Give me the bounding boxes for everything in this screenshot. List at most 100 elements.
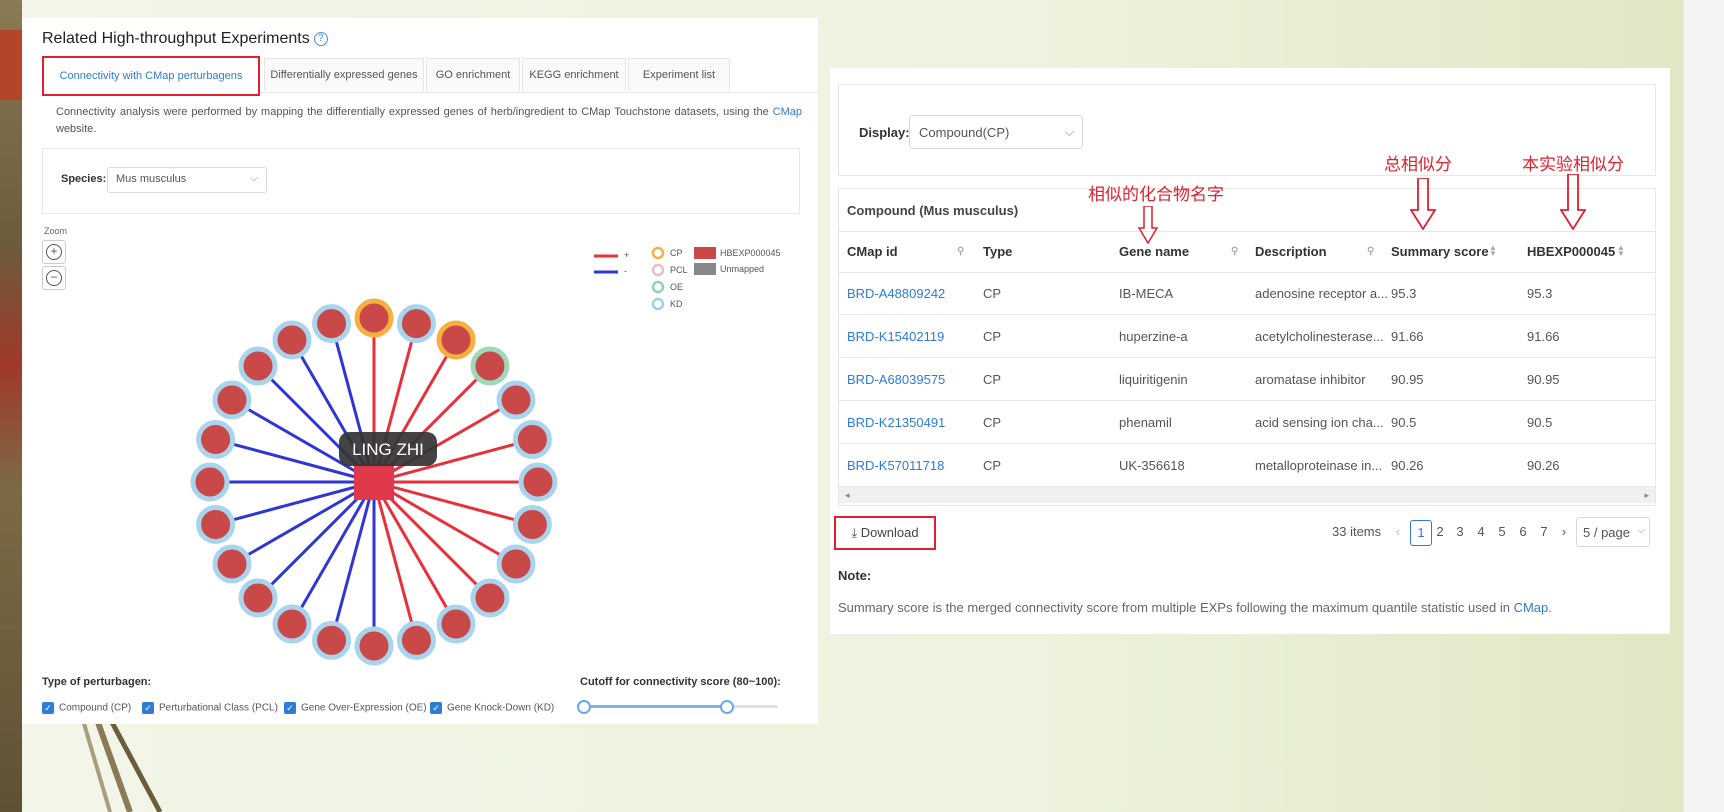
page-4[interactable]: 4: [1471, 520, 1491, 544]
table-row: BRD-K15402119 CP huperzine-a acetylcholi…: [839, 315, 1655, 358]
network-node[interactable]: [512, 504, 552, 544]
page-1[interactable]: 1: [1410, 520, 1432, 546]
species-select[interactable]: Mus musculus ⌵: [107, 167, 267, 193]
horizontal-scrollbar[interactable]: ◂ ▸: [839, 487, 1655, 503]
network-node[interactable]: [396, 620, 436, 660]
sort-icon[interactable]: ▲ ▼: [1617, 244, 1625, 258]
network-node[interactable]: [190, 462, 230, 502]
scroll-left-icon[interactable]: ◂: [845, 490, 850, 501]
table-row: BRD-A68039575 CP liquiritigenin aromatas…: [839, 358, 1655, 401]
download-button[interactable]: ⤓ Download: [834, 516, 936, 550]
table-caption: Compound (Mus musculus): [847, 203, 1019, 218]
column-cmap-id[interactable]: CMap id ⚲: [847, 244, 964, 259]
page-3[interactable]: 3: [1450, 520, 1470, 544]
page-7[interactable]: 7: [1534, 520, 1554, 544]
network-node[interactable]: [238, 578, 278, 618]
page-2[interactable]: 2: [1430, 520, 1450, 544]
cell-summary-score: 95.3: [1391, 286, 1417, 301]
cell-gene-name: huperzine-a: [1119, 329, 1188, 344]
network-node[interactable]: [212, 544, 252, 584]
check-icon: ✓: [142, 702, 154, 714]
network-node[interactable]: [196, 504, 236, 544]
prev-page-icon[interactable]: ‹: [1388, 520, 1408, 544]
cell-experiment-score: 95.3: [1527, 286, 1553, 301]
tab-connectivity[interactable]: Connectivity with CMap perturbagens: [42, 56, 260, 96]
cmap-id-link[interactable]: BRD-K15402119: [847, 329, 944, 344]
checkbox-compound[interactable]: ✓ Compound (CP): [42, 702, 131, 714]
column-description[interactable]: Description ⚲: [1255, 244, 1374, 259]
tab-experiment-list[interactable]: Experiment list: [628, 58, 730, 91]
network-node[interactable]: [496, 380, 536, 420]
cutoff-slider[interactable]: [582, 705, 778, 708]
network-node[interactable]: [272, 604, 312, 644]
node-type-legend: [651, 246, 665, 311]
check-icon: ✓: [284, 702, 296, 714]
cell-gene-name: liquiritigenin: [1119, 372, 1188, 387]
cmap-id-link[interactable]: BRD-K21350491: [847, 415, 945, 430]
zoom-in-icon: +: [46, 244, 62, 260]
connectivity-description: Connectivity analysis were performed by …: [56, 104, 802, 138]
checkbox-pcl[interactable]: ✓ Perturbational Class (PCL): [142, 702, 278, 714]
description-end: website.: [56, 123, 97, 135]
tab-go-enrichment[interactable]: GO enrichment: [426, 58, 520, 91]
zoom-label: Zoom: [44, 226, 68, 236]
column-experiment-score[interactable]: HBEXP000045 ▲ ▼: [1527, 244, 1625, 260]
sort-icon[interactable]: ▲ ▼: [1489, 244, 1497, 258]
tab-differentially-expressed-genes[interactable]: Differentially expressed genes: [264, 58, 424, 91]
network-node[interactable]: [470, 578, 510, 618]
network-node[interactable]: [238, 346, 278, 386]
cmap-link[interactable]: CMap: [773, 106, 802, 118]
network-node[interactable]: [312, 620, 352, 660]
network-node[interactable]: [212, 380, 252, 420]
slider-handle-min[interactable]: [577, 700, 591, 714]
help-icon[interactable]: ?: [313, 31, 328, 46]
network-node[interactable]: [518, 462, 558, 502]
search-icon[interactable]: ⚲: [1231, 246, 1238, 257]
cell-description: metalloproteinase in...: [1255, 458, 1383, 473]
annotation-gene-name: 相似的化合物名字: [1088, 185, 1224, 205]
column-summary-score[interactable]: Summary score ▲ ▼: [1391, 244, 1497, 260]
cmap-id-link[interactable]: BRD-K57011718: [847, 458, 944, 473]
network-node[interactable]: [436, 320, 476, 360]
display-value: Compound(CP): [919, 125, 1010, 140]
zoom-out-button[interactable]: −: [42, 266, 66, 290]
network-node[interactable]: [470, 346, 510, 386]
cmap-id-link[interactable]: BRD-A48809242: [847, 286, 945, 301]
page-5[interactable]: 5: [1492, 520, 1512, 544]
center-node[interactable]: [354, 464, 394, 500]
cell-experiment-score: 90.5: [1527, 415, 1553, 430]
display-select[interactable]: Compound(CP) ⌵: [909, 115, 1083, 149]
cutoff-label: Cutoff for connectivity score (80~100):: [580, 676, 781, 688]
download-label: Download: [860, 525, 919, 540]
column-gene-name[interactable]: Gene name ⚲: [1119, 244, 1238, 259]
zoom-in-button[interactable]: +: [42, 240, 66, 264]
network-node[interactable]: [354, 626, 394, 666]
connectivity-network: LING ZHI: [190, 298, 558, 666]
checkbox-compound-label: Compound (CP): [59, 702, 132, 714]
search-icon[interactable]: ⚲: [957, 246, 964, 257]
slider-handle-max[interactable]: [720, 700, 734, 714]
species-value: Mus musculus: [116, 173, 187, 185]
network-node[interactable]: [354, 298, 394, 338]
cmap-id-link[interactable]: BRD-A68039575: [847, 372, 945, 387]
species-filter: Species: Mus musculus ⌵: [42, 148, 800, 214]
annotation-arrow-summary: [1410, 178, 1436, 230]
network-node[interactable]: [196, 420, 236, 460]
network-node[interactable]: [272, 320, 312, 360]
edge-legend-lines: [594, 254, 618, 274]
page-size-select[interactable]: 5 / page ⌵: [1576, 517, 1650, 547]
network-node[interactable]: [396, 304, 436, 344]
search-icon[interactable]: ⚲: [1367, 246, 1374, 257]
checkbox-oe[interactable]: ✓ Gene Over-Expression (OE): [284, 702, 427, 714]
network-node[interactable]: [496, 544, 536, 584]
scroll-right-icon[interactable]: ▸: [1644, 490, 1649, 501]
network-node[interactable]: [436, 604, 476, 644]
network-node[interactable]: [512, 420, 552, 460]
page-6[interactable]: 6: [1513, 520, 1533, 544]
next-page-icon[interactable]: ›: [1554, 520, 1574, 544]
note-cmap-link[interactable]: CMap.: [1514, 600, 1552, 615]
tab-kegg-enrichment[interactable]: KEGG enrichment: [522, 58, 626, 91]
checkbox-kd[interactable]: ✓ Gene Knock-Down (KD): [430, 702, 554, 714]
perturbagen-type-label: Type of perturbagen:: [42, 676, 152, 688]
network-node[interactable]: [312, 304, 352, 344]
